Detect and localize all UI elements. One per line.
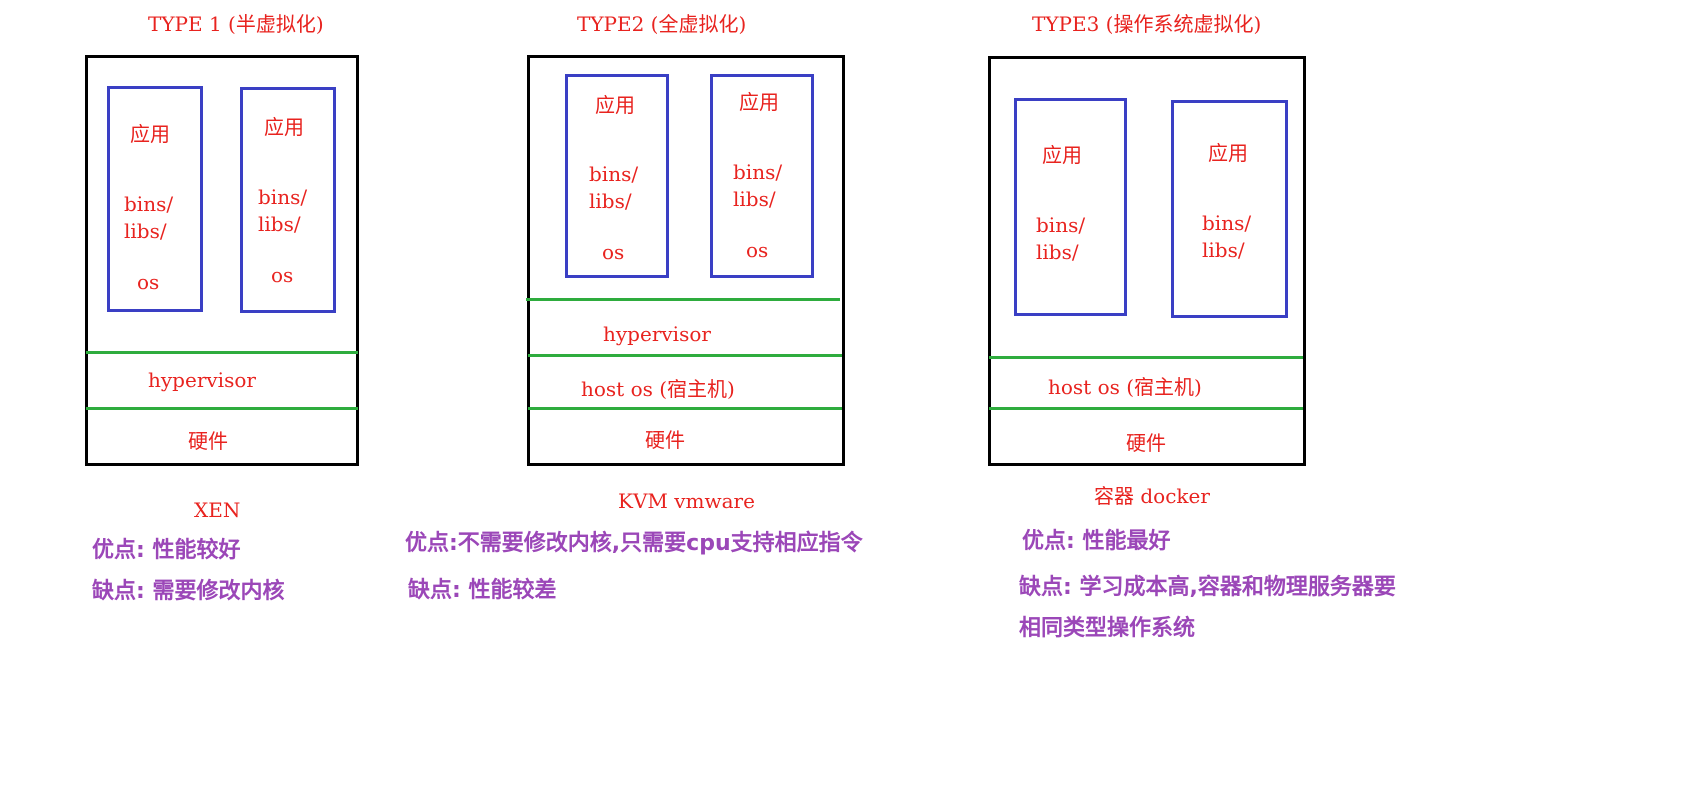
type3-product: 容器 docker: [1094, 484, 1210, 508]
type2-vm1-bins: bins/: [589, 162, 639, 186]
type1-vm1-app: 应用: [130, 122, 170, 146]
type3-c1-app: 应用: [1042, 143, 1082, 167]
type3-container-2: [1171, 100, 1288, 318]
type3-cons-line-1: 缺点: 学习成本高,容器和物理服务器要: [1019, 575, 1396, 600]
type3-c1-libs: libs/: [1036, 240, 1079, 264]
type2-hypervisor: hypervisor: [603, 322, 711, 346]
type3-cons-line-2: 相同类型操作系统: [1019, 616, 1196, 641]
type2-vm2-app: 应用: [739, 90, 779, 114]
type2-layer-line-1: [526, 298, 840, 301]
type1-vm2-os: os: [271, 263, 294, 287]
type2-product: KVM vmware: [618, 489, 755, 513]
type3-pros: 优点: 性能最好: [1022, 529, 1171, 554]
type3-c2-libs: libs/: [1202, 238, 1245, 262]
type3-c2-bins: bins/: [1202, 211, 1252, 235]
type3-title: TYPE3 (操作系统虚拟化): [1032, 12, 1262, 36]
type1-hardware: 硬件: [188, 429, 228, 453]
type3-c2-app: 应用: [1208, 141, 1248, 165]
type2-cons: 缺点: 性能较差: [408, 578, 557, 603]
type2-vm1-app: 应用: [595, 93, 635, 117]
type1-vm2-app: 应用: [264, 115, 304, 139]
type1-pros: 优点: 性能较好: [92, 538, 241, 563]
type2-vm1-libs: libs/: [589, 189, 632, 213]
type2-vm2-bins: bins/: [733, 160, 783, 184]
type2-layer-line-2: [528, 354, 842, 357]
type2-pros: 优点:不需要修改内核,只需要cpu支持相应指令: [405, 531, 863, 556]
type2-layer-line-3: [528, 407, 842, 410]
type1-product: XEN: [194, 498, 241, 522]
type3-layer-line-2: [989, 407, 1303, 410]
type3-container-1: [1014, 98, 1127, 316]
type1-cons: 缺点: 需要修改内核: [92, 579, 285, 604]
type1-title: TYPE 1 (半虚拟化): [148, 12, 324, 36]
type1-vm1-bins: bins/: [124, 192, 174, 216]
type3-c1-bins: bins/: [1036, 213, 1086, 237]
type3-host-os: host os (宿主机): [1048, 375, 1202, 399]
type3-hardware: 硬件: [1126, 431, 1166, 455]
type1-layer-line-1: [86, 351, 358, 354]
type1-vm2-libs: libs/: [258, 212, 301, 236]
type2-title: TYPE2 (全虚拟化): [577, 12, 747, 36]
type2-vm2-libs: libs/: [733, 187, 776, 211]
virtualization-diagram: { "type1": { "title": "TYPE 1 (半虚拟化)", "…: [0, 0, 1691, 808]
type1-vm1-libs: libs/: [124, 219, 167, 243]
type2-host-os: host os (宿主机): [581, 377, 735, 401]
type1-vm1-os: os: [137, 270, 160, 294]
type1-hypervisor: hypervisor: [148, 368, 256, 392]
type1-layer-line-2: [86, 407, 358, 410]
type1-vm2-bins: bins/: [258, 185, 308, 209]
type2-vm1-os: os: [602, 240, 625, 264]
type2-hardware: 硬件: [645, 428, 685, 452]
type2-vm2-os: os: [746, 238, 769, 262]
type3-layer-line-1: [989, 356, 1303, 359]
